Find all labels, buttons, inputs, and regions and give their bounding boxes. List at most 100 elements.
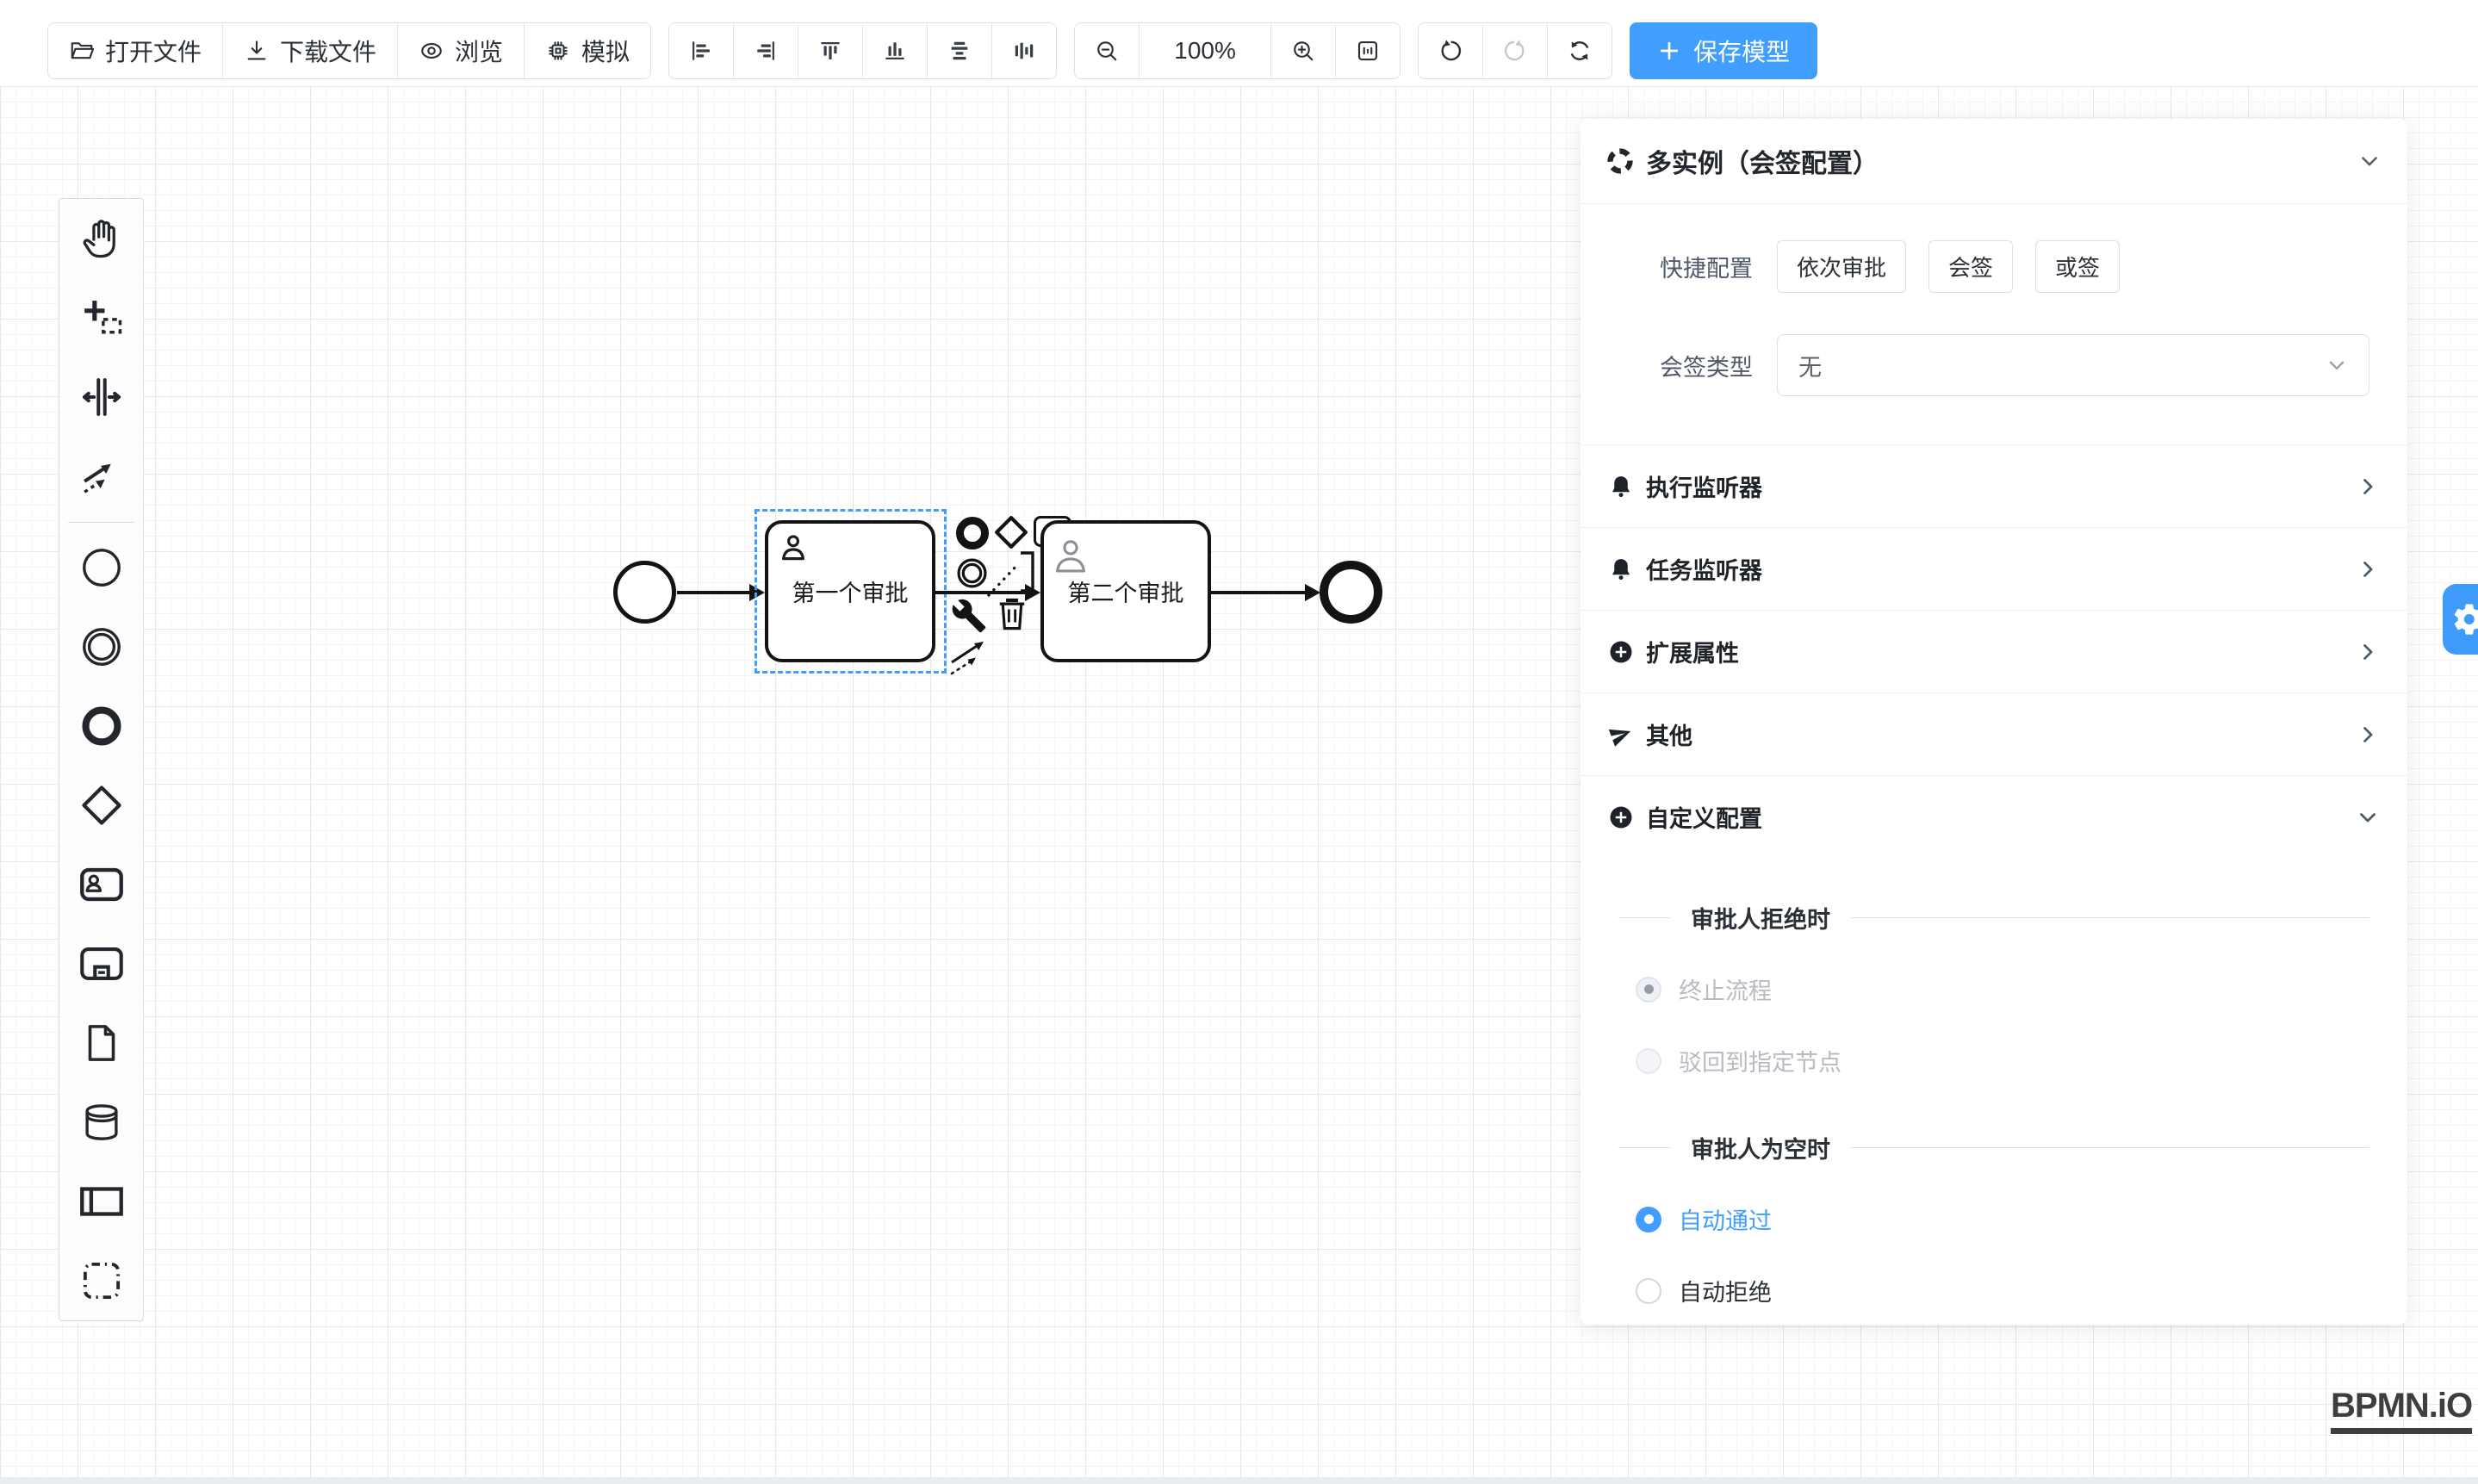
redo-button[interactable]	[1482, 23, 1547, 78]
radio-auto-reject[interactable]: 自动拒绝	[1636, 1274, 2407, 1307]
sequence-flow-3[interactable]	[1210, 591, 1307, 594]
subprocess-icon	[77, 939, 127, 989]
zoom-level-display: 100%	[1139, 23, 1270, 78]
horizontal-scrollbar[interactable]	[0, 1477, 2478, 1484]
fit-viewport-icon	[1355, 38, 1381, 64]
zoom-out-button[interactable]	[1075, 23, 1139, 78]
radio-button[interactable]	[1636, 1207, 1661, 1233]
create-start-event[interactable]	[59, 528, 143, 607]
open-file-button[interactable]: 打开文件	[48, 23, 222, 78]
align-center-horizontal-button[interactable]	[927, 23, 991, 78]
delete-trash-button[interactable]	[996, 594, 1028, 634]
align-top-button[interactable]	[798, 23, 862, 78]
hand-tool-icon	[78, 214, 126, 263]
align-left-button[interactable]	[669, 23, 733, 78]
append-end-event-button[interactable]	[956, 517, 989, 550]
save-model-label: 保存模型	[1693, 34, 1790, 68]
section-execution-listener[interactable]: 执行监听器	[1581, 445, 2407, 528]
connect-tool-button[interactable]	[949, 634, 992, 677]
append-intermediate-event-button[interactable]	[956, 557, 988, 589]
global-connect-tool-icon	[78, 452, 126, 500]
sequence-flow-3-arrowhead	[1305, 584, 1320, 601]
plus-icon	[1657, 39, 1681, 63]
task-second-approval[interactable]: 第二个审批	[1040, 520, 1211, 662]
multi-instance-icon	[1606, 147, 1634, 175]
lasso-tool-icon	[78, 294, 126, 342]
user-task-icon	[77, 860, 127, 910]
radio-label: 自动通过	[1679, 1202, 1772, 1236]
radio-button[interactable]	[1636, 977, 1661, 1003]
create-gateway[interactable]	[59, 766, 143, 845]
zoom-in-button[interactable]	[1270, 23, 1335, 78]
quick-config-orsign-button[interactable]: 或签	[2035, 240, 2120, 293]
align-center-vertical-button[interactable]	[991, 23, 1056, 78]
create-data-store[interactable]	[59, 1083, 143, 1162]
create-group[interactable]	[59, 1241, 143, 1320]
gear-icon	[2451, 601, 2478, 637]
create-end-event[interactable]	[59, 686, 143, 766]
panel-title: 多实例（会签配置）	[1646, 142, 1879, 180]
sign-type-select[interactable]: 无	[1777, 334, 2369, 396]
chevron-down-icon	[2326, 354, 2348, 376]
reset-button[interactable]	[1547, 23, 1612, 78]
space-tool[interactable]	[59, 357, 143, 437]
append-gateway-button[interactable]	[992, 513, 1030, 551]
radio-return-to-node[interactable]: 驳回到指定节点	[1636, 1044, 2407, 1077]
lasso-tool[interactable]	[59, 278, 143, 357]
fit-viewport-button[interactable]	[1335, 23, 1400, 78]
radio-button[interactable]	[1636, 1278, 1661, 1304]
download-file-label: 下载文件	[280, 34, 376, 68]
preview-label: 浏览	[455, 34, 503, 68]
start-event-icon	[78, 544, 125, 591]
undo-button[interactable]	[1419, 23, 1482, 78]
start-event-shape[interactable]	[613, 561, 676, 624]
sign-type-value: 无	[1798, 349, 1822, 382]
data-store-icon	[78, 1099, 125, 1146]
global-connect-tool[interactable]	[59, 437, 143, 516]
preview-button[interactable]: 浏览	[397, 23, 524, 78]
radio-button[interactable]	[1636, 1048, 1661, 1074]
align-bottom-button[interactable]	[862, 23, 927, 78]
create-user-task[interactable]	[59, 845, 143, 924]
undo-icon	[1438, 38, 1463, 64]
bell-icon	[1608, 474, 1634, 500]
section-extended-properties[interactable]: 扩展属性	[1581, 611, 2407, 693]
data-object-icon	[78, 1020, 125, 1066]
zoom-level-value: 100%	[1174, 37, 1236, 65]
create-intermediate-event[interactable]	[59, 607, 143, 686]
bpmn-io-watermark-underline	[2331, 1428, 2472, 1434]
section-custom-config[interactable]: 自定义配置	[1581, 776, 2407, 858]
create-subprocess[interactable]	[59, 924, 143, 1003]
section-other[interactable]: 其他	[1581, 693, 2407, 776]
simulate-button[interactable]: 模拟	[524, 23, 650, 78]
align-right-button[interactable]	[733, 23, 798, 78]
task-first-approval[interactable]: 第一个审批	[765, 520, 935, 662]
hand-tool[interactable]	[59, 199, 143, 278]
section-label: 扩展属性	[1646, 635, 1739, 668]
save-model-button[interactable]: 保存模型	[1630, 22, 1817, 79]
bpmn-io-watermark[interactable]: BPMN.iO	[2331, 1387, 2472, 1434]
zoom-in-icon	[1290, 38, 1316, 64]
task-label: 第一个审批	[768, 524, 932, 659]
plus-circle-icon	[1608, 804, 1634, 830]
chevron-down-icon[interactable]	[2357, 149, 2382, 173]
chevron-right-icon	[2356, 723, 2380, 747]
end-event-shape[interactable]	[1320, 561, 1382, 624]
change-type-wrench-button[interactable]	[951, 598, 987, 634]
radio-terminate-process[interactable]: 终止流程	[1636, 972, 2407, 1006]
chevron-right-icon	[2356, 640, 2380, 664]
download-file-button[interactable]: 下载文件	[222, 23, 397, 78]
panel-header-multi-instance[interactable]: 多实例（会签配置）	[1581, 119, 2407, 204]
empty-group-title: 审批人为空时	[1691, 1131, 1830, 1164]
sequence-flow-1[interactable]	[677, 591, 753, 594]
create-participant[interactable]	[59, 1162, 143, 1241]
create-data-object[interactable]	[59, 1003, 143, 1083]
sequence-flow-2[interactable]	[935, 591, 1027, 594]
section-task-listener[interactable]: 任务监听器	[1581, 528, 2407, 611]
section-label: 自定义配置	[1646, 800, 1762, 834]
settings-tab[interactable]	[2443, 584, 2478, 655]
quick-config-sequential-button[interactable]: 依次审批	[1777, 240, 1906, 293]
quick-config-countersign-button[interactable]: 会签	[1928, 240, 2013, 293]
radio-auto-pass[interactable]: 自动通过	[1636, 1202, 2407, 1236]
section-label: 执行监听器	[1646, 469, 1762, 503]
